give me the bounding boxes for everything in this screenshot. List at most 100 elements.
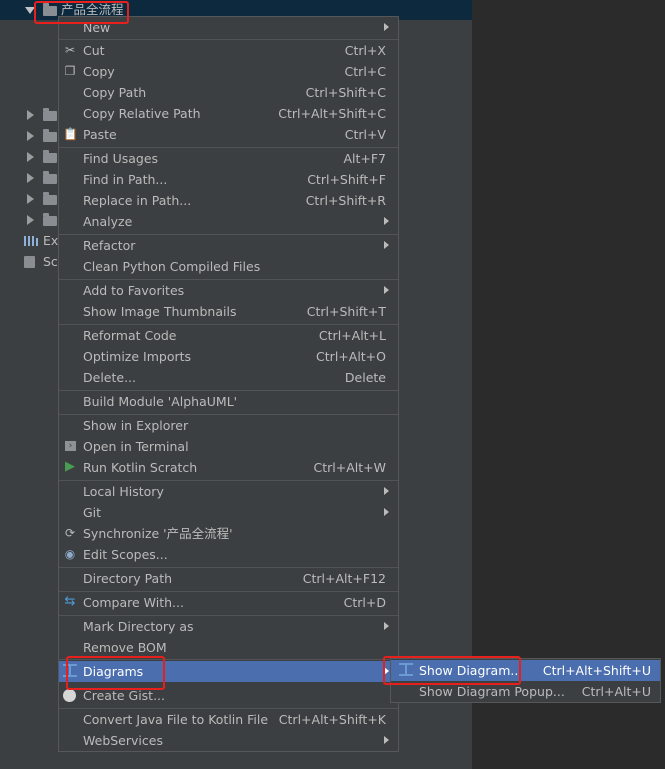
menu-item-webservices[interactable]: WebServices (59, 730, 398, 751)
tree-row[interactable] (0, 189, 58, 209)
github-icon (63, 689, 76, 702)
menu-item-label: Directory Path (83, 571, 173, 586)
menu-item-open-in-terminal[interactable]: › Open in Terminal (59, 436, 398, 457)
menu-item-replace-in-path[interactable]: Replace in Path... Ctrl+Shift+R (59, 190, 398, 211)
context-menu: New ✂ Cut Ctrl+X ❐ Copy Ctrl+C Copy Path… (58, 16, 399, 752)
menu-item-shortcut: Ctrl+Shift+R (305, 193, 386, 208)
menu-item-synchronize[interactable]: ⟳ Synchronize '产品全流程' (59, 523, 398, 544)
menu-item-label: Refactor (83, 238, 136, 253)
folder-icon (43, 129, 57, 142)
tree-row[interactable] (0, 147, 58, 167)
expand-right-icon[interactable] (27, 110, 34, 120)
menu-item-shortcut: Delete (344, 370, 386, 385)
menu-item-shortcut: Ctrl+Alt+Shift+K (278, 712, 386, 727)
expand-right-icon[interactable] (27, 173, 34, 183)
menu-item-shortcut: Ctrl+Shift+F (307, 172, 386, 187)
folder-icon (43, 108, 57, 121)
menu-item-git[interactable]: Git (59, 502, 398, 523)
menu-item-delete[interactable]: Delete... Delete (59, 367, 398, 388)
menu-item-analyze[interactable]: Analyze (59, 211, 398, 232)
menu-item-label: Mark Directory as (83, 619, 194, 634)
compare-icon: ⇆ (64, 594, 76, 609)
copy-icon: ❐ (64, 64, 76, 78)
menu-item-label: Add to Favorites (83, 283, 185, 298)
menu-item-copy[interactable]: ❐ Copy Ctrl+C (59, 61, 398, 82)
highlight-box-folder (34, 1, 129, 24)
menu-item-label: Compare With... (83, 595, 184, 610)
submenu-arrow-icon (384, 622, 389, 630)
menu-item-label: Build Module 'AlphaUML' (83, 394, 238, 409)
highlight-box-diagrams (66, 656, 165, 690)
submenu-arrow-icon (384, 23, 389, 31)
menu-item-label: Local History (83, 484, 164, 499)
menu-item-directory-path[interactable]: Directory Path Ctrl+Alt+F12 (59, 568, 398, 589)
menu-item-label: Optimize Imports (83, 349, 192, 364)
menu-item-shortcut: Ctrl+Alt+L (318, 328, 386, 343)
clipboard-icon: 📋 (63, 127, 78, 141)
menu-item-shortcut: Ctrl+Shift+C (305, 85, 386, 100)
submenu-item-shortcut: Ctrl+Alt+U (581, 684, 651, 699)
menu-item-remove-bom[interactable]: Remove BOM (59, 637, 398, 658)
tree-row[interactable] (0, 105, 58, 125)
menu-item-find-in-path[interactable]: Find in Path... Ctrl+Shift+F (59, 169, 398, 190)
sync-icon: ⟳ (64, 526, 76, 540)
menu-item-label: Find Usages (83, 151, 159, 166)
expand-right-icon[interactable] (27, 194, 34, 204)
menu-item-label: WebServices (83, 733, 163, 748)
tree-row[interactable] (0, 126, 58, 146)
menu-item-label: Remove BOM (83, 640, 167, 655)
menu-item-shortcut: Ctrl+Alt+O (316, 349, 386, 364)
tree-row-external-libraries[interactable]: Ext (0, 231, 63, 251)
menu-item-cut[interactable]: ✂ Cut Ctrl+X (59, 40, 398, 61)
submenu-arrow-icon (384, 508, 389, 516)
menu-item-paste[interactable]: 📋 Paste Ctrl+V (59, 124, 398, 145)
tree-row-scratches[interactable]: Scr (0, 252, 63, 272)
menu-item-refactor[interactable]: Refactor (59, 235, 398, 256)
scissors-icon: ✂ (64, 43, 76, 57)
menu-item-shortcut: Ctrl+V (344, 127, 386, 142)
menu-item-shortcut: Ctrl+C (344, 64, 386, 79)
menu-item-shortcut: Ctrl+Shift+T (306, 304, 386, 319)
expand-right-icon[interactable] (27, 215, 34, 225)
menu-item-label: Copy Relative Path (83, 106, 201, 121)
menu-item-show-image-thumbnails[interactable]: Show Image Thumbnails Ctrl+Shift+T (59, 301, 398, 322)
menu-item-show-in-explorer[interactable]: Show in Explorer (59, 415, 398, 436)
tree-row[interactable] (0, 210, 58, 230)
tree-row[interactable] (0, 168, 58, 188)
menu-item-local-history[interactable]: Local History (59, 481, 398, 502)
menu-item-label: Copy (83, 64, 115, 79)
menu-item-label: Edit Scopes... (83, 547, 168, 562)
menu-item-edit-scopes[interactable]: ◉ Edit Scopes... (59, 544, 398, 565)
menu-item-label: Analyze (83, 214, 133, 229)
menu-item-shortcut: Ctrl+Alt+Shift+C (278, 106, 386, 121)
menu-item-run-kotlin-scratch[interactable]: ▶ Run Kotlin Scratch Ctrl+Alt+W (59, 457, 398, 478)
menu-item-mark-directory-as[interactable]: Mark Directory as (59, 616, 398, 637)
menu-item-label: Cut (83, 43, 105, 58)
menu-item-clean-python[interactable]: Clean Python Compiled Files (59, 256, 398, 277)
menu-item-copy-path[interactable]: Copy Path Ctrl+Shift+C (59, 82, 398, 103)
menu-item-optimize-imports[interactable]: Optimize Imports Ctrl+Alt+O (59, 346, 398, 367)
folder-icon (43, 213, 57, 226)
expand-right-icon[interactable] (27, 131, 34, 141)
folder-icon (43, 150, 57, 163)
menu-item-copy-relative-path[interactable]: Copy Relative Path Ctrl+Alt+Shift+C (59, 103, 398, 124)
submenu-arrow-icon (384, 286, 389, 294)
menu-item-label: Reformat Code (83, 328, 177, 343)
scopes-icon: ◉ (64, 547, 76, 561)
run-icon: ▶ (65, 459, 75, 474)
menu-item-compare-with[interactable]: ⇆ Compare With... Ctrl+D (59, 592, 398, 613)
menu-item-add-to-favorites[interactable]: Add to Favorites (59, 280, 398, 301)
submenu-arrow-icon (384, 487, 389, 495)
menu-item-convert-java-to-kotlin[interactable]: Convert Java File to Kotlin File Ctrl+Al… (59, 709, 398, 730)
submenu-arrow-icon (384, 241, 389, 249)
expand-right-icon[interactable] (27, 152, 34, 162)
highlight-box-show-diagram (383, 656, 521, 685)
menu-item-shortcut: Alt+F7 (343, 151, 386, 166)
menu-item-reformat-code[interactable]: Reformat Code Ctrl+Alt+L (59, 325, 398, 346)
submenu-item-shortcut: Ctrl+Alt+Shift+U (542, 663, 651, 678)
menu-item-build-module[interactable]: Build Module 'AlphaUML' (59, 391, 398, 412)
terminal-icon: › (65, 441, 76, 451)
menu-item-find-usages[interactable]: Find Usages Alt+F7 (59, 148, 398, 169)
menu-item-label: Synchronize '产品全流程' (83, 526, 233, 541)
menu-item-shortcut: Ctrl+X (344, 43, 386, 58)
